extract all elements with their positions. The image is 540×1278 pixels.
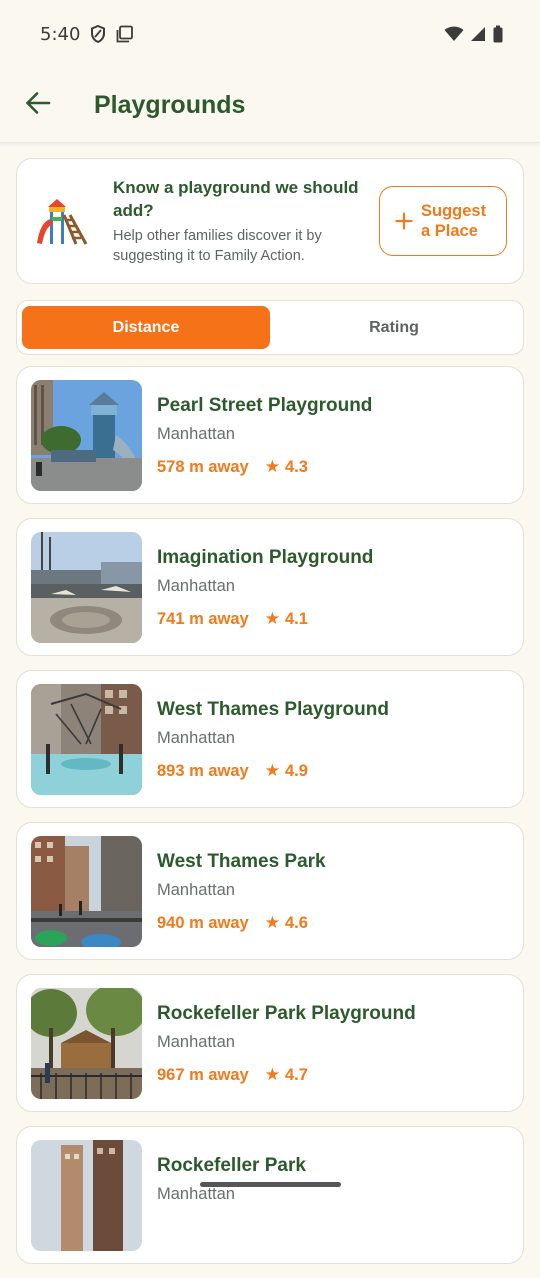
playground-rating: ★ 4.6 — [265, 913, 308, 933]
wifi-icon — [444, 26, 464, 42]
playground-area: Manhattan — [157, 577, 235, 595]
signal-icon — [470, 26, 486, 42]
playground-photo — [31, 988, 142, 1099]
playground-card[interactable]: Imagination Playground Manhattan 741 m a… — [16, 518, 524, 656]
playground-slide-icon — [35, 189, 99, 253]
screenshot-icon — [116, 25, 134, 43]
suggest-button-label: Suggest a Place — [421, 202, 487, 240]
playground-meta: 893 m away ★ 4.9 — [157, 761, 308, 781]
status-time: 5:40 — [40, 23, 81, 45]
playground-photo — [31, 532, 142, 643]
playground-area: Manhattan — [157, 881, 235, 899]
star-icon: ★ — [264, 913, 280, 932]
suggest-heading: Know a playground we should add? — [113, 178, 359, 220]
playground-area: Manhattan — [157, 1185, 235, 1203]
suggest-description: Help other families discover it by sugge… — [113, 228, 322, 264]
playground-photo — [31, 380, 142, 491]
rating-value: 4.1 — [284, 609, 308, 628]
status-bar: 5:40 — [0, 0, 540, 68]
playground-photo — [31, 836, 142, 947]
tab-distance[interactable]: Distance — [22, 306, 270, 349]
playground-meta: 741 m away ★ 4.1 — [157, 609, 308, 629]
star-icon: ★ — [264, 609, 280, 628]
playground-card[interactable]: Pearl Street Playground Manhattan 578 m … — [16, 366, 524, 504]
playground-meta: 940 m away ★ 4.6 — [157, 913, 308, 933]
tab-rating[interactable]: Rating — [270, 306, 518, 349]
plus-icon — [395, 208, 413, 234]
rating-value: 4.6 — [284, 913, 308, 932]
playground-distance: 578 m away — [157, 457, 249, 476]
playground-photo — [31, 684, 142, 795]
shield-icon — [90, 25, 106, 43]
playground-name: Pearl Street Playground — [157, 395, 373, 416]
playground-area: Manhattan — [157, 425, 235, 443]
status-left: 5:40 — [40, 24, 134, 45]
page-title: Playgrounds — [94, 90, 246, 119]
playground-area: Manhattan — [157, 729, 235, 747]
playground-rating: ★ 4.3 — [265, 457, 308, 477]
playground-rating: ★ 4.9 — [265, 761, 308, 781]
back-button[interactable] — [16, 83, 60, 127]
playground-rating: ★ 4.1 — [265, 609, 308, 629]
playground-distance: 741 m away — [157, 609, 249, 628]
suggest-place-card: Know a playground we should add? Help ot… — [16, 158, 524, 284]
home-indicator[interactable] — [200, 1182, 341, 1187]
playground-rating: ★ 4.7 — [265, 1065, 308, 1085]
playground-distance: 967 m away — [157, 1065, 249, 1084]
playground-name: Rockefeller Park Playground — [157, 1003, 416, 1024]
playground-card[interactable]: West Thames Playground Manhattan 893 m a… — [16, 670, 524, 808]
top-app-bar: Playgrounds — [0, 68, 540, 143]
suggest-text: Know a playground we should add? Help ot… — [113, 176, 363, 266]
battery-icon — [492, 25, 504, 43]
playground-card[interactable]: West Thames Park Manhattan 940 m away ★ … — [16, 822, 524, 960]
star-icon: ★ — [264, 761, 280, 780]
rating-value: 4.3 — [284, 457, 308, 476]
playground-distance: 940 m away — [157, 913, 249, 932]
rating-value: 4.9 — [284, 761, 308, 780]
playground-name: Rockefeller Park — [157, 1155, 306, 1176]
status-right — [444, 25, 504, 43]
star-icon: ★ — [264, 1065, 280, 1084]
playground-name: West Thames Park — [157, 851, 326, 872]
playground-card[interactable]: Rockefeller Park Manhattan — [16, 1126, 524, 1264]
star-icon: ★ — [264, 457, 280, 476]
suggest-place-button[interactable]: Suggest a Place — [379, 186, 507, 256]
rating-value: 4.7 — [284, 1065, 308, 1084]
playground-meta: 967 m away ★ 4.7 — [157, 1065, 308, 1085]
playground-area: Manhattan — [157, 1033, 235, 1051]
playground-meta: 578 m away ★ 4.3 — [157, 457, 308, 477]
sort-toggle: Distance Rating — [16, 300, 524, 355]
playground-list: Pearl Street Playground Manhattan 578 m … — [16, 366, 524, 1278]
playground-distance: 893 m away — [157, 761, 249, 780]
playground-name: Imagination Playground — [157, 547, 374, 568]
playground-photo — [31, 1140, 142, 1251]
playground-name: West Thames Playground — [157, 699, 389, 720]
arrow-back-icon — [25, 91, 51, 120]
playground-card[interactable]: Rockefeller Park Playground Manhattan 96… — [16, 974, 524, 1112]
